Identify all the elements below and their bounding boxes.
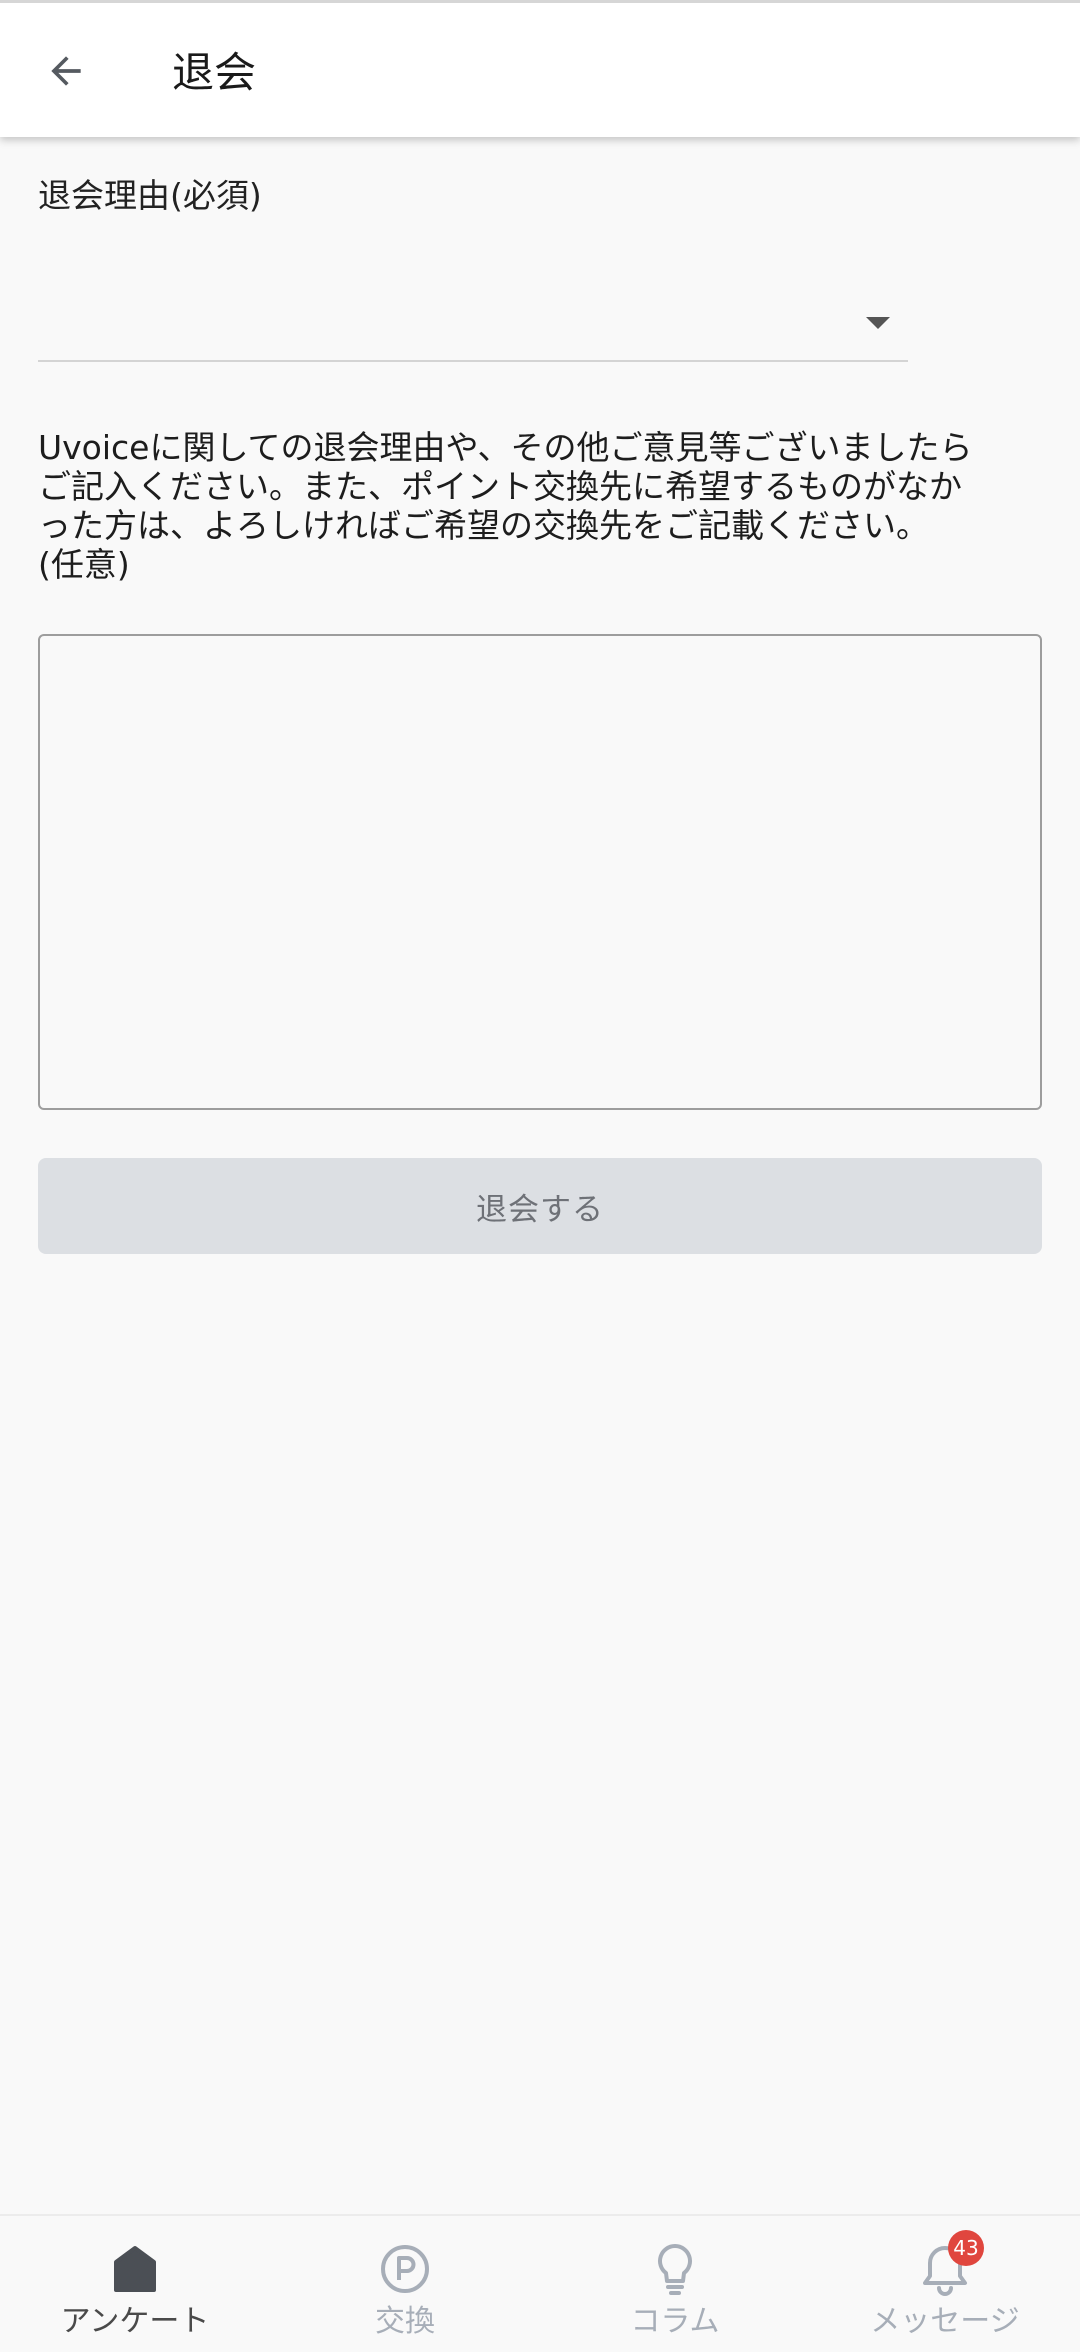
home-icon bbox=[108, 2242, 162, 2296]
comment-textarea[interactable] bbox=[38, 634, 1042, 1110]
dropdown-caret-icon bbox=[866, 317, 890, 329]
withdraw-button[interactable]: 退会する bbox=[38, 1158, 1042, 1254]
nav-item-survey[interactable]: アンケート bbox=[0, 2216, 270, 2352]
app-root: 退会 退会理由(必須) Uvoiceに関しての退会理由や、その他ご意見等ございま… bbox=[0, 0, 1080, 2352]
arrow-left-icon bbox=[51, 56, 81, 86]
nav-item-exchange[interactable]: 交換 bbox=[270, 2216, 540, 2352]
nav-item-column[interactable]: コラム bbox=[540, 2216, 810, 2352]
nav-label-column: コラム bbox=[630, 2304, 720, 2339]
nav-label-exchange: 交換 bbox=[375, 2304, 435, 2339]
comment-description: Uvoiceに関しての退会理由や、その他ご意見等ございましたら ご記入ください。… bbox=[38, 428, 973, 584]
bottom-navigation: アンケート 交換 コラム 43 メッセージ bbox=[0, 2214, 1080, 2352]
bell-icon: 43 bbox=[918, 2230, 984, 2296]
nav-item-message[interactable]: 43 メッセージ bbox=[810, 2216, 1080, 2352]
page-title: 退会 bbox=[172, 48, 257, 97]
nav-label-message: メッセージ bbox=[870, 2304, 1020, 2339]
reason-select[interactable] bbox=[38, 262, 908, 362]
reason-label: 退会理由(必須) bbox=[38, 176, 262, 215]
app-bar: 退会 bbox=[0, 0, 1080, 137]
message-count-badge: 43 bbox=[948, 2230, 984, 2266]
points-icon bbox=[378, 2242, 432, 2296]
back-button[interactable] bbox=[30, 35, 102, 107]
nav-label-survey: アンケート bbox=[60, 2304, 210, 2339]
lightbulb-icon bbox=[648, 2242, 702, 2296]
